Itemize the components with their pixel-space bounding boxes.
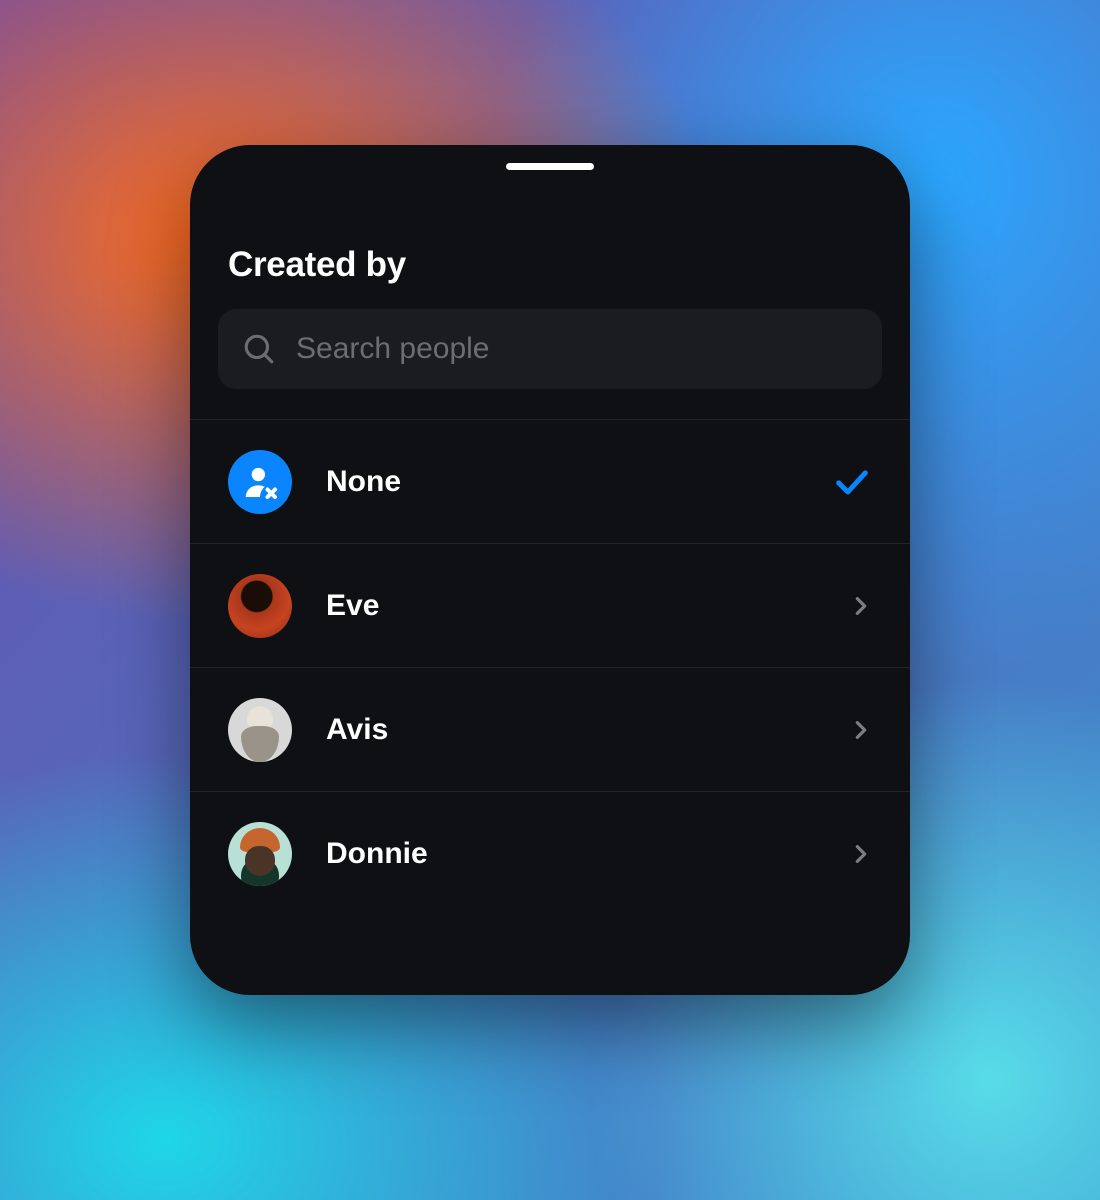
filter-sheet: Created by: [190, 145, 910, 995]
chevron-right-icon: [850, 719, 872, 741]
list-item-donnie[interactable]: Donnie: [190, 792, 910, 916]
chevron-right-icon: [850, 843, 872, 865]
list-item-label: Avis: [326, 713, 850, 747]
avatar: [228, 698, 292, 762]
checkmark-icon: [832, 462, 872, 502]
search-field[interactable]: [218, 309, 882, 389]
avatar: [228, 574, 292, 638]
list-item-label: None: [326, 465, 832, 499]
sheet-grabber[interactable]: [506, 163, 594, 170]
list-item-label: Eve: [326, 589, 850, 623]
search-container: [190, 309, 910, 419]
people-list: None Eve Avis: [190, 419, 910, 916]
search-input[interactable]: [296, 332, 858, 366]
sheet-title: Created by: [228, 245, 872, 285]
avatar: [228, 822, 292, 886]
person-none-icon: [228, 450, 292, 514]
chevron-right-icon: [850, 595, 872, 617]
list-item-label: Donnie: [326, 837, 850, 871]
list-item-none[interactable]: None: [190, 420, 910, 544]
list-item-eve[interactable]: Eve: [190, 544, 910, 668]
list-item-avis[interactable]: Avis: [190, 668, 910, 792]
search-icon: [242, 332, 276, 366]
